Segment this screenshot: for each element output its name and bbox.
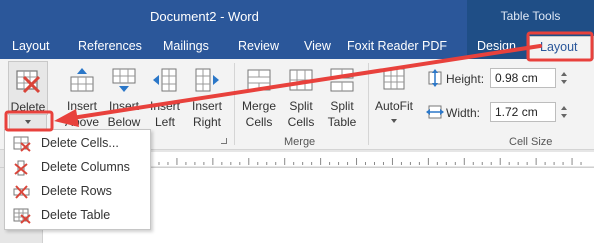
height-input[interactable]: [490, 68, 556, 88]
delete-columns-icon: [14, 160, 28, 176]
width-input[interactable]: [490, 102, 556, 122]
chevron-down-icon: [391, 119, 397, 123]
width-spinner[interactable]: [558, 102, 570, 122]
insert-above-line1: Insert: [66, 99, 97, 113]
split-table-line2: Table: [327, 115, 357, 129]
cell-size-group-label: Cell Size: [509, 136, 553, 148]
split-cells-button[interactable]: Split Cells: [279, 61, 323, 133]
menu-item-label: Delete Table: [41, 208, 111, 222]
insert-below-line1: Insert: [108, 99, 139, 113]
autofit-button[interactable]: AutoFit: [371, 61, 417, 133]
insert-above-line2: Above: [64, 115, 100, 129]
split-cells-line2: Cells: [287, 115, 315, 129]
insert-below-line2: Below: [107, 115, 141, 129]
tab-layout-table[interactable]: Layout: [529, 36, 594, 59]
merge-cells-icon: [247, 69, 271, 91]
window-title: Document2 - Word: [150, 9, 259, 24]
merge-group-label: Merge: [284, 136, 316, 148]
autofit-label: AutoFit: [374, 99, 413, 113]
autofit-icon: [383, 68, 405, 90]
spin-up-icon: [561, 106, 567, 110]
delete-cells-icon: [13, 136, 31, 152]
merge-cells-line2: Cells: [245, 115, 273, 129]
split-table-button[interactable]: Split Table: [320, 61, 364, 133]
group-separator: [234, 63, 235, 145]
delete-table-icon: [13, 208, 31, 224]
insert-left-line1: Insert: [149, 99, 180, 113]
delete-label: Delete: [10, 100, 46, 114]
spin-up-icon: [561, 72, 567, 76]
height-spinner[interactable]: [558, 68, 570, 88]
menu-item-delete-rows[interactable]: Delete Rows: [5, 180, 150, 204]
height-label: Height:: [446, 72, 485, 86]
insert-left-button[interactable]: Insert Left: [143, 61, 187, 133]
title-bar: Document2 - Word Table Tools: [0, 0, 594, 36]
menu-item-delete-cells[interactable]: Delete Cells...: [5, 132, 150, 156]
insert-right-icon: [195, 68, 219, 92]
insert-above-icon: [70, 68, 94, 92]
insert-left-icon: [153, 68, 177, 92]
tab-view[interactable]: View: [304, 39, 331, 53]
delete-button[interactable]: Delete: [8, 61, 48, 115]
split-table-line1: Split: [330, 99, 354, 113]
delete-dropdown-menu: Delete Cells... Delete Columns Delete Ro…: [4, 129, 151, 230]
ruler-scale: [150, 152, 594, 166]
group-separator: [368, 63, 369, 145]
insert-right-line1: Insert: [191, 99, 222, 113]
tab-layout-table-label: Layout: [540, 40, 578, 54]
chevron-down-icon: [25, 120, 31, 124]
table-tools-label: Table Tools: [500, 9, 561, 23]
insert-below-button[interactable]: Insert Below: [102, 61, 146, 133]
tab-references[interactable]: References: [78, 39, 142, 53]
merge-cells-line1: Merge: [241, 99, 276, 113]
menu-item-delete-table[interactable]: Delete Table: [5, 204, 150, 228]
merge-cells-button[interactable]: Merge Cells: [237, 61, 281, 133]
tab-design[interactable]: Design: [477, 39, 516, 53]
insert-below-icon: [112, 68, 136, 92]
tab-mailings[interactable]: Mailings: [163, 39, 209, 53]
table-tools-header: Table Tools: [467, 0, 594, 36]
column-width-icon: [426, 105, 444, 119]
menu-item-label: Delete Rows: [41, 184, 112, 198]
tab-layout-page[interactable]: Layout: [12, 39, 50, 53]
insert-right-button[interactable]: Insert Right: [185, 61, 229, 133]
menu-item-label: Delete Columns: [41, 160, 130, 174]
width-label: Width:: [446, 106, 481, 120]
insert-right-line2: Right: [192, 115, 221, 129]
tab-foxit-reader-pdf[interactable]: Foxit Reader PDF: [347, 39, 447, 53]
split-table-icon: [330, 68, 354, 92]
split-cells-icon: [289, 69, 313, 91]
dialog-launcher-icon[interactable]: [221, 138, 227, 144]
insert-left-line2: Left: [154, 115, 175, 129]
delete-rows-icon: [13, 185, 30, 199]
ribbon-tabs: Layout References Mailings Review View F…: [0, 36, 594, 59]
menu-item-label: Delete Cells...: [41, 136, 119, 150]
insert-above-button[interactable]: Insert Above: [60, 61, 104, 133]
spin-down-icon: [561, 80, 567, 84]
split-cells-line1: Split: [289, 99, 313, 113]
spin-down-icon: [561, 114, 567, 118]
row-height-icon: [428, 69, 442, 87]
menu-item-delete-columns[interactable]: Delete Columns: [5, 156, 150, 180]
delete-table-icon: [16, 70, 41, 94]
tab-review[interactable]: Review: [238, 39, 279, 53]
